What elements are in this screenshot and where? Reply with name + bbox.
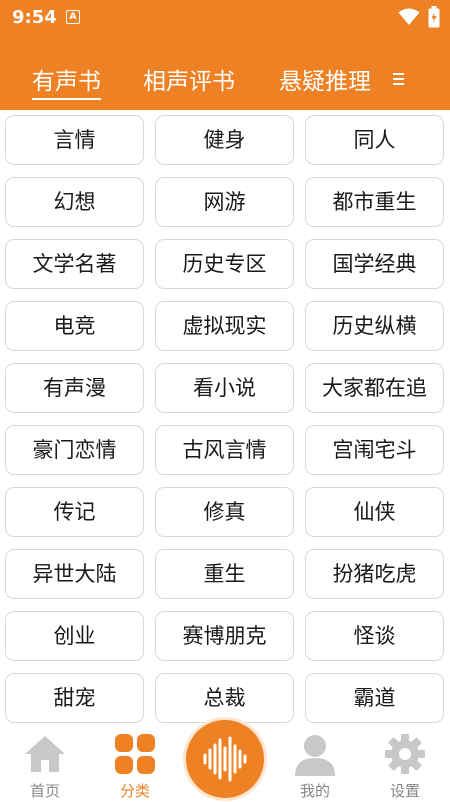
nav-category-label: 分类 <box>119 782 150 800</box>
category-button[interactable]: 文学名著 <box>5 239 144 289</box>
category-button[interactable]: 霸道 <box>305 673 444 723</box>
category-button[interactable]: 大家都在追 <box>305 363 444 413</box>
category-icon <box>115 734 155 774</box>
category-button[interactable]: 宫闱宅斗 <box>305 425 444 475</box>
audio-wave-icon <box>203 736 247 782</box>
nav-home[interactable]: 首页 <box>0 724 90 800</box>
top-bar: 9:54 A 有声书 相声评书 悬疑推理 <box>0 0 450 110</box>
user-icon <box>295 735 335 776</box>
category-grid: 言情 健身 同人幻想 网游 都市重生文学名著 历史专区 国学经典电竞 虚拟现实 历史纵横有声漫看… <box>0 110 450 724</box>
tab-suspense[interactable]: 悬疑推理 <box>279 62 371 96</box>
tab-crosstalk[interactable]: 相声评书 <box>143 62 235 96</box>
nav-settings-label: 设置 <box>389 782 420 800</box>
category-button[interactable]: 网游 <box>155 177 294 227</box>
category-button[interactable]: 同人 <box>305 115 444 165</box>
category-button[interactable]: 修真 <box>155 487 294 537</box>
home-icon <box>25 736 65 772</box>
battery-icon <box>428 6 440 28</box>
category-button[interactable]: 怪谈 <box>305 611 444 661</box>
nav-category[interactable]: 分类 <box>90 724 180 800</box>
nav-profile[interactable]: 我的 <box>270 724 360 800</box>
category-button[interactable]: 电竞 <box>5 301 144 351</box>
category-button[interactable]: 总裁 <box>155 673 294 723</box>
category-button[interactable]: 仙侠 <box>305 487 444 537</box>
category-button[interactable]: 创业 <box>5 611 144 661</box>
gear-icon <box>385 734 425 774</box>
category-button[interactable]: 古风言情 <box>155 425 294 475</box>
category-button[interactable]: 幻想 <box>5 177 144 227</box>
category-button[interactable]: 历史纵横 <box>305 301 444 351</box>
nav-profile-label: 我的 <box>299 782 330 800</box>
category-button[interactable]: 传记 <box>5 487 144 537</box>
menu-icon[interactable] <box>393 73 409 87</box>
category-button[interactable]: 虚拟现实 <box>155 301 294 351</box>
tab-audiobook[interactable]: 有声书 <box>32 62 101 100</box>
category-button[interactable]: 豪门恋情 <box>5 425 144 475</box>
category-button[interactable]: 都市重生 <box>305 177 444 227</box>
category-button[interactable]: 赛博朋克 <box>155 611 294 661</box>
status-bar: 9:54 A <box>0 0 450 34</box>
notification-icon: A <box>66 10 80 24</box>
tab-bar: 有声书 相声评书 悬疑推理 <box>0 56 450 106</box>
nav-home-label: 首页 <box>29 782 60 800</box>
category-button[interactable]: 历史专区 <box>155 239 294 289</box>
bottom-nav: 首页 分类 我的 设置 <box>0 720 450 800</box>
status-time: 9:54 <box>12 7 57 28</box>
category-button[interactable]: 异世大陆 <box>5 549 144 599</box>
category-button[interactable]: 看小说 <box>155 363 294 413</box>
category-button[interactable]: 言情 <box>5 115 144 165</box>
category-button[interactable]: 国学经典 <box>305 239 444 289</box>
category-button[interactable]: 扮猪吃虎 <box>305 549 444 599</box>
nav-settings[interactable]: 设置 <box>360 724 450 800</box>
category-button[interactable]: 有声漫 <box>5 363 144 413</box>
wifi-icon <box>398 8 420 25</box>
category-button[interactable]: 重生 <box>155 549 294 599</box>
category-button[interactable]: 甜宠 <box>5 673 144 723</box>
player-button[interactable] <box>186 720 264 798</box>
category-button[interactable]: 健身 <box>155 115 294 165</box>
tab-scroller[interactable]: 有声书 相声评书 悬疑推理 <box>0 56 372 106</box>
